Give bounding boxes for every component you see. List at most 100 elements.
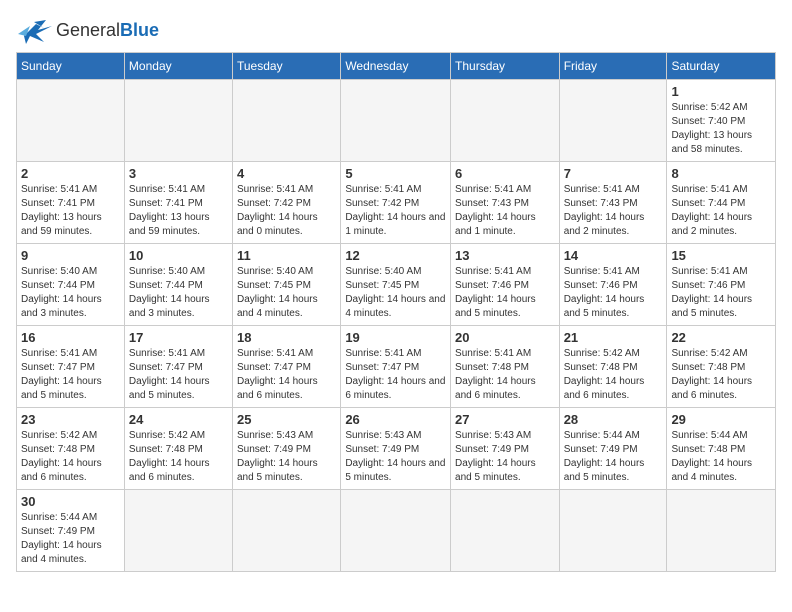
calendar-day-cell [559,490,667,572]
calendar-day-cell: 5 Sunrise: 5:41 AM Sunset: 7:42 PM Daylig… [341,162,451,244]
day-info: Sunrise: 5:41 AM Sunset: 7:46 PM Dayligh… [564,265,663,321]
calendar-day-cell: 23Sunrise: 5:42 AM Sunset: 7:48 PM Dayli… [17,408,125,490]
day-number: 3 [129,166,228,181]
day-number: 14 [564,248,663,263]
calendar-day-cell: 24Sunrise: 5:42 AM Sunset: 7:48 PM Dayli… [124,408,232,490]
page-header: GeneralBlue [16,16,776,44]
calendar-day-cell [233,80,341,162]
day-info: Sunrise: 5:41 AM Sunset: 7:44 PM Dayligh… [671,183,771,239]
day-info: Sunrise: 5:44 AM Sunset: 7:48 PM Dayligh… [671,429,771,485]
calendar-day-cell: 26Sunrise: 5:43 AM Sunset: 7:49 PM Dayli… [341,408,451,490]
day-number: 27 [455,412,555,427]
calendar-day-cell: 4Sunrise: 5:41 AM Sunset: 7:42 PM Daylig… [233,162,341,244]
calendar-day-cell: 1 Sunrise: 5:42 AM Sunset: 7:40 PM Daylig… [667,80,776,162]
day-number: 22 [671,330,771,345]
day-info: Sunrise: 5:41 AM Sunset: 7:41 PM Dayligh… [21,183,120,239]
calendar-day-cell: 20 Sunrise: 5:41 AM Sunset: 7:48 PM Dayli… [451,326,560,408]
calendar-week-row: 2Sunrise: 5:41 AM Sunset: 7:41 PM Daylig… [17,162,776,244]
day-info: Sunrise: 5:44 AM Sunset: 7:49 PM Dayligh… [21,511,120,567]
day-number: 4 [237,166,336,181]
logo: GeneralBlue [16,16,159,44]
weekday-header-monday: Monday [124,53,232,80]
logo-bird-icon [16,16,52,44]
calendar-week-row: 9Sunrise: 5:40 AM Sunset: 7:44 PM Daylig… [17,244,776,326]
calendar-day-cell: 3 Sunrise: 5:41 AM Sunset: 7:41 PM Daylig… [124,162,232,244]
calendar-day-cell [341,490,451,572]
calendar-week-row: 16Sunrise: 5:41 AM Sunset: 7:47 PM Dayli… [17,326,776,408]
day-number: 24 [129,412,228,427]
day-info: Sunrise: 5:41 AM Sunset: 7:48 PM Dayligh… [455,347,555,403]
calendar-table: SundayMondayTuesdayWednesdayThursdayFrid… [16,52,776,572]
day-number: 28 [564,412,663,427]
day-info: Sunrise: 5:44 AM Sunset: 7:49 PM Dayligh… [564,429,663,485]
weekday-header-saturday: Saturday [667,53,776,80]
calendar-day-cell [451,490,560,572]
calendar-day-cell: 12Sunrise: 5:40 AM Sunset: 7:45 PM Dayli… [341,244,451,326]
day-number: 18 [237,330,336,345]
weekday-header-thursday: Thursday [451,53,560,80]
day-number: 20 [455,330,555,345]
calendar-day-cell: 8 Sunrise: 5:41 AM Sunset: 7:44 PM Daylig… [667,162,776,244]
day-info: Sunrise: 5:43 AM Sunset: 7:49 PM Dayligh… [455,429,555,485]
day-info: Sunrise: 5:41 AM Sunset: 7:47 PM Dayligh… [345,347,446,403]
calendar-day-cell: 28 Sunrise: 5:44 AM Sunset: 7:49 PM Dayli… [559,408,667,490]
calendar-day-cell [667,490,776,572]
day-number: 11 [237,248,336,263]
day-number: 5 [345,166,446,181]
day-number: 1 [671,84,771,99]
day-info: Sunrise: 5:41 AM Sunset: 7:47 PM Dayligh… [129,347,228,403]
calendar-day-cell [17,80,125,162]
day-number: 25 [237,412,336,427]
calendar-day-cell [559,80,667,162]
calendar-day-cell: 10 Sunrise: 5:40 AM Sunset: 7:44 PM Dayli… [124,244,232,326]
day-number: 19 [345,330,446,345]
calendar-day-cell [124,490,232,572]
calendar-day-cell: 21 Sunrise: 5:42 AM Sunset: 7:48 PM Dayli… [559,326,667,408]
day-info: Sunrise: 5:43 AM Sunset: 7:49 PM Dayligh… [237,429,336,485]
logo-text: GeneralBlue [56,20,159,41]
calendar-day-cell: 14 Sunrise: 5:41 AM Sunset: 7:46 PM Dayli… [559,244,667,326]
day-number: 10 [129,248,228,263]
day-info: Sunrise: 5:40 AM Sunset: 7:45 PM Dayligh… [345,265,446,321]
calendar-day-cell: 17 Sunrise: 5:41 AM Sunset: 7:47 PM Dayli… [124,326,232,408]
calendar-day-cell: 19 Sunrise: 5:41 AM Sunset: 7:47 PM Dayli… [341,326,451,408]
calendar-day-cell: 15 Sunrise: 5:41 AM Sunset: 7:46 PM Dayli… [667,244,776,326]
weekday-header-wednesday: Wednesday [341,53,451,80]
day-info: Sunrise: 5:40 AM Sunset: 7:44 PM Dayligh… [129,265,228,321]
day-info: Sunrise: 5:41 AM Sunset: 7:46 PM Dayligh… [671,265,771,321]
day-info: Sunrise: 5:43 AM Sunset: 7:49 PM Dayligh… [345,429,446,485]
weekday-header-friday: Friday [559,53,667,80]
day-number: 29 [671,412,771,427]
day-info: Sunrise: 5:41 AM Sunset: 7:43 PM Dayligh… [455,183,555,239]
calendar-day-cell: 27 Sunrise: 5:43 AM Sunset: 7:49 PM Dayli… [451,408,560,490]
day-number: 13 [455,248,555,263]
day-number: 21 [564,330,663,345]
calendar-day-cell: 7 Sunrise: 5:41 AM Sunset: 7:43 PM Daylig… [559,162,667,244]
day-info: Sunrise: 5:41 AM Sunset: 7:42 PM Dayligh… [345,183,446,239]
day-number: 17 [129,330,228,345]
day-info: Sunrise: 5:41 AM Sunset: 7:47 PM Dayligh… [21,347,120,403]
day-info: Sunrise: 5:41 AM Sunset: 7:47 PM Dayligh… [237,347,336,403]
day-info: Sunrise: 5:42 AM Sunset: 7:48 PM Dayligh… [671,347,771,403]
calendar-day-cell: 9Sunrise: 5:40 AM Sunset: 7:44 PM Daylig… [17,244,125,326]
calendar-week-row: 1 Sunrise: 5:42 AM Sunset: 7:40 PM Daylig… [17,80,776,162]
day-number: 15 [671,248,771,263]
weekday-header-tuesday: Tuesday [233,53,341,80]
calendar-day-cell: 30Sunrise: 5:44 AM Sunset: 7:49 PM Dayli… [17,490,125,572]
day-number: 8 [671,166,771,181]
calendar-day-cell: 18 Sunrise: 5:41 AM Sunset: 7:47 PM Dayli… [233,326,341,408]
day-info: Sunrise: 5:41 AM Sunset: 7:43 PM Dayligh… [564,183,663,239]
weekday-header-row: SundayMondayTuesdayWednesdayThursdayFrid… [17,53,776,80]
day-info: Sunrise: 5:41 AM Sunset: 7:46 PM Dayligh… [455,265,555,321]
calendar-week-row: 23Sunrise: 5:42 AM Sunset: 7:48 PM Dayli… [17,408,776,490]
calendar-day-cell: 22 Sunrise: 5:42 AM Sunset: 7:48 PM Dayli… [667,326,776,408]
day-info: Sunrise: 5:41 AM Sunset: 7:41 PM Dayligh… [129,183,228,239]
calendar-day-cell: 25 Sunrise: 5:43 AM Sunset: 7:49 PM Dayli… [233,408,341,490]
calendar-day-cell: 2Sunrise: 5:41 AM Sunset: 7:41 PM Daylig… [17,162,125,244]
day-number: 6 [455,166,555,181]
day-info: Sunrise: 5:40 AM Sunset: 7:44 PM Dayligh… [21,265,120,321]
day-number: 7 [564,166,663,181]
day-info: Sunrise: 5:42 AM Sunset: 7:48 PM Dayligh… [564,347,663,403]
day-info: Sunrise: 5:42 AM Sunset: 7:40 PM Dayligh… [671,101,771,157]
calendar-day-cell: 29 Sunrise: 5:44 AM Sunset: 7:48 PM Dayli… [667,408,776,490]
